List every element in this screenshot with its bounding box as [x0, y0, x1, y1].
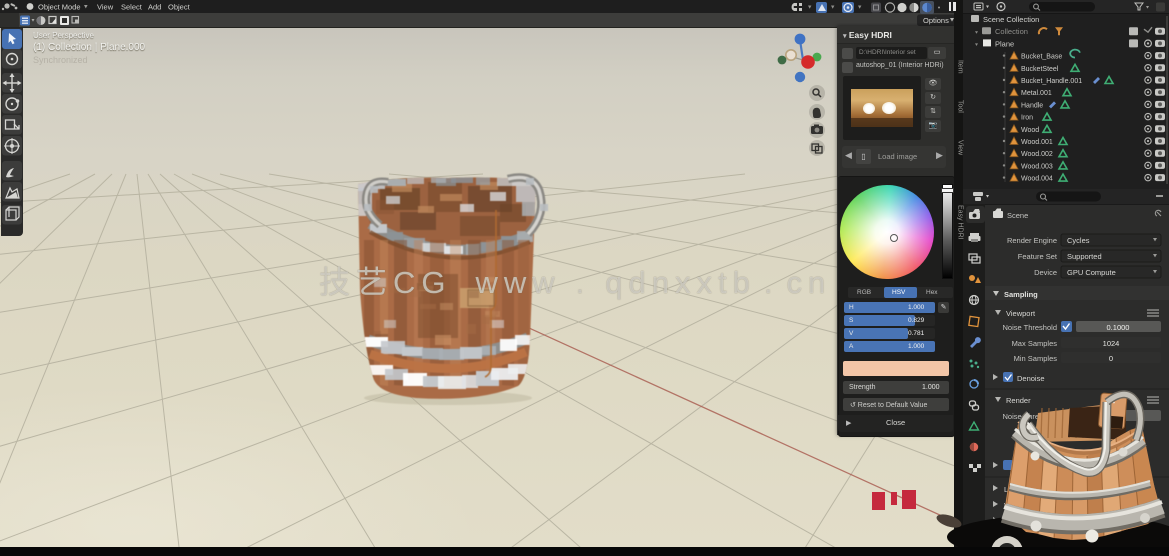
svg-text:Viewport: Viewport: [1006, 309, 1036, 318]
svg-text:Cycles: Cycles: [1067, 236, 1090, 245]
svg-text:1024: 1024: [1103, 339, 1120, 348]
svg-text:Wood.001: Wood.001: [1021, 139, 1053, 146]
svg-text:Add: Add: [148, 3, 161, 12]
svg-text:View: View: [97, 3, 114, 12]
svg-text:Max Samples: Max Samples: [1012, 339, 1058, 348]
svg-text:Object: Object: [168, 3, 191, 12]
svg-text:Device: Device: [1034, 268, 1057, 277]
svg-text:Sampling: Sampling: [1004, 290, 1038, 299]
svg-text:Wood.004: Wood.004: [1021, 176, 1053, 183]
svg-text:Object Mode: Object Mode: [38, 3, 81, 12]
svg-text:Min Samples: Min Samples: [1014, 354, 1058, 363]
svg-text:Supported: Supported: [1067, 252, 1102, 261]
svg-text:0.1000: 0.1000: [1107, 323, 1130, 332]
svg-text:Wood.002: Wood.002: [1021, 151, 1053, 158]
svg-text:Metal.001: Metal.001: [1021, 90, 1052, 97]
svg-text:0: 0: [1109, 354, 1113, 363]
svg-text:Handle: Handle: [1021, 102, 1043, 109]
svg-text:Select: Select: [121, 3, 143, 12]
svg-text:BucketSteel: BucketSteel: [1021, 66, 1059, 73]
svg-text:Collection: Collection: [995, 27, 1028, 36]
svg-text:Plane: Plane: [995, 39, 1014, 48]
svg-text:Scene: Scene: [1007, 211, 1028, 220]
svg-text:Wood: Wood: [1021, 127, 1039, 134]
svg-text:GPU Compute: GPU Compute: [1067, 268, 1116, 277]
svg-text:Scene Collection: Scene Collection: [983, 15, 1039, 24]
svg-text:Feature Set: Feature Set: [1018, 252, 1058, 261]
svg-text:Wood.003: Wood.003: [1021, 163, 1053, 170]
svg-text:Bucket_Handle.001: Bucket_Handle.001: [1021, 78, 1082, 85]
svg-text:Iron: Iron: [1021, 115, 1033, 122]
svg-text:Render Engine: Render Engine: [1007, 236, 1057, 245]
svg-text:Bucket_Base: Bucket_Base: [1021, 54, 1062, 61]
svg-text:Options: Options: [923, 16, 949, 25]
svg-text:Noise Threshold: Noise Threshold: [1003, 323, 1057, 332]
